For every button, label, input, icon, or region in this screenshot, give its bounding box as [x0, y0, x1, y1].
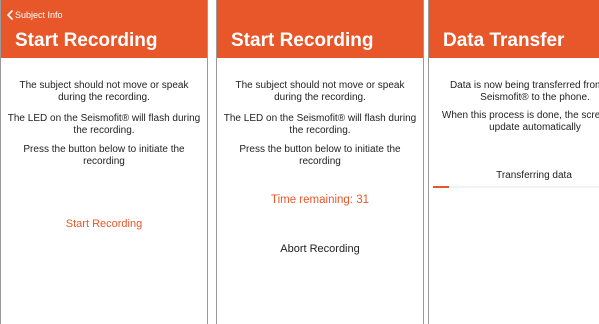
- instruction-text: Press the button below to initiate the r…: [23, 144, 185, 167]
- progress-bar: [433, 186, 599, 188]
- instruction-text: The subject should not move or speak dur…: [235, 80, 405, 103]
- back-label: Subject Info: [15, 10, 63, 20]
- page-title: Data Transfer: [443, 30, 565, 51]
- abort-recording-button[interactable]: Abort Recording: [217, 243, 423, 255]
- start-recording-screen: Subject Info Start Recording The subject…: [0, 0, 208, 324]
- instruction-text: The LED on the Seismofit® will flash dur…: [223, 113, 417, 136]
- data-transfer-screen: Data Transfer Data is now being transfer…: [428, 0, 599, 324]
- instruction-text: The subject should not move or speak dur…: [19, 80, 189, 103]
- back-button[interactable]: Subject Info: [6, 10, 63, 20]
- screens-container: Subject Info Start Recording The subject…: [0, 0, 599, 324]
- status-text: When this process is done, the screen wi…: [441, 110, 599, 133]
- progress-label: Transferring data: [496, 170, 572, 181]
- page-title: Start Recording: [231, 30, 374, 51]
- time-remaining: Time remaining: 31: [270, 194, 369, 206]
- chevron-left-icon: [7, 10, 13, 20]
- instruction-text: The LED on the Seismofit® will flash dur…: [7, 113, 201, 136]
- status-text: Data is now being transferred from the S…: [449, 80, 599, 103]
- header-bar: Subject Info Start Recording: [1, 0, 207, 58]
- progress-bar-fill: [433, 186, 449, 188]
- header-bar: Data Transfer: [429, 0, 599, 58]
- instruction-text: Press the button below to initiate the r…: [239, 144, 401, 167]
- start-recording-button[interactable]: Start Recording: [1, 218, 207, 230]
- header-bar: Start Recording: [217, 0, 423, 58]
- page-title: Start Recording: [15, 30, 158, 51]
- recording-in-progress-screen: Start Recording The subject should not m…: [216, 0, 424, 324]
